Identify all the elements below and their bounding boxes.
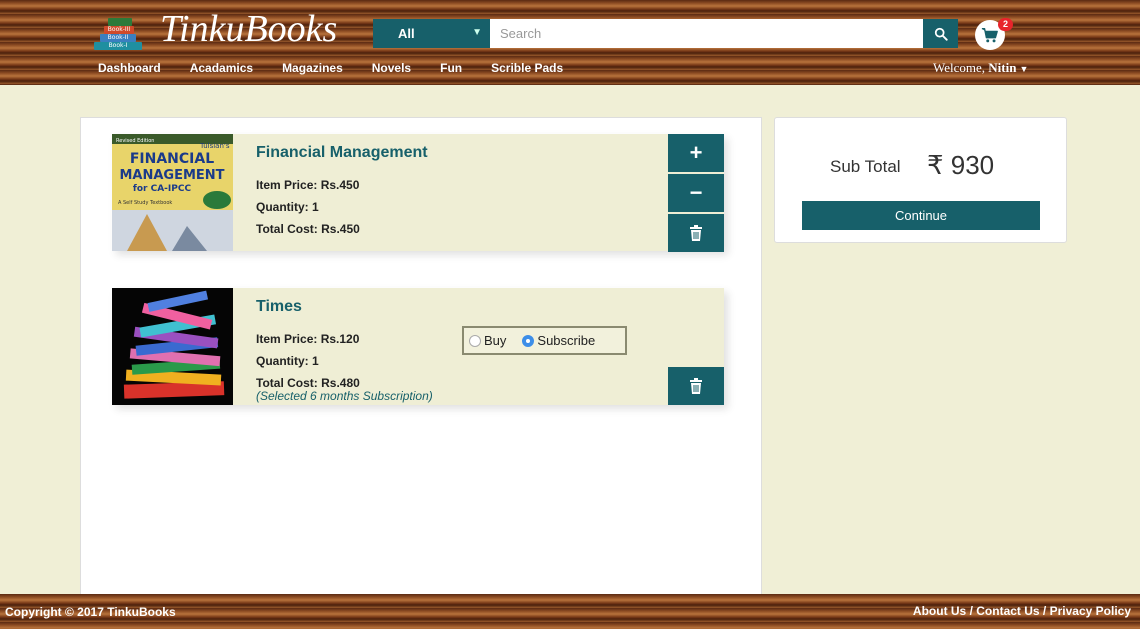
order-summary-panel: Sub Total ₹ 930 Continue [774,117,1067,243]
continue-button[interactable]: Continue [802,201,1040,230]
svg-text:for CA-IPCC: for CA-IPCC [133,184,192,194]
subtotal-value: ₹ 930 [927,150,995,180]
item-quantity: Quantity: 1 [256,354,319,368]
nav-magazines[interactable]: Magazines [282,61,343,75]
cart-icon [981,28,998,43]
subscribe-option[interactable]: Subscribe [522,333,595,348]
svg-text:MANAGEMENT: MANAGEMENT [119,168,224,183]
delete-item-button[interactable] [668,367,724,405]
delete-item-button[interactable] [668,214,724,252]
item-title[interactable]: Times [256,298,302,316]
subscription-note: (Selected 6 months Subscription) [256,389,433,403]
plus-icon: + [689,140,703,165]
cart-count-badge: 2 [998,18,1013,31]
search-category-select[interactable]: All ▼ [373,19,490,48]
cart-item: Times Item Price: Rs.120 Quantity: 1 Tot… [112,288,724,405]
decrease-quantity-button[interactable]: − [668,174,724,212]
books-stack-image [112,288,233,405]
cart-item: Revised Edition Tulsian's FINANCIAL MANA… [112,134,724,252]
minus-icon: − [689,180,703,205]
search-icon [934,27,948,41]
footer: Copyright © 2017 TinkuBooks About Us / C… [0,594,1140,629]
subtotal-label: Sub Total [830,157,901,176]
footer-link-contact[interactable]: Contact Us [976,604,1039,618]
nav-scrible-pads[interactable]: Scrible Pads [491,61,563,75]
item-title[interactable]: Financial Management [256,144,428,162]
brand-name: TinkuBooks [160,8,338,50]
nav-dashboard[interactable]: Dashboard [98,61,161,75]
user-menu[interactable]: Welcome, Nitin ▼ [933,60,1028,76]
search-input[interactable] [490,19,923,48]
footer-links: About Us / Contact Us / Privacy Policy [912,604,1131,618]
svg-text:A Self Study Textbook: A Self Study Textbook [118,200,172,206]
book-cover-image: Revised Edition Tulsian's FINANCIAL MANA… [112,134,233,251]
svg-text:FINANCIAL: FINANCIAL [130,151,214,167]
svg-text:Tulsian's: Tulsian's [199,142,230,150]
increase-quantity-button[interactable]: + [668,134,724,172]
search-bar: All ▼ [373,19,958,48]
nav-novels[interactable]: Novels [372,61,411,75]
footer-link-privacy[interactable]: Privacy Policy [1050,604,1131,618]
item-price: Item Price: Rs.120 [256,332,360,346]
nav-fun[interactable]: Fun [440,61,462,75]
radio-buy[interactable] [469,334,481,347]
item-total: Total Cost: Rs.450 [256,222,360,236]
footer-link-about[interactable]: About Us [913,604,966,618]
books-logo-icon: Book-III Book-II Book-I [92,10,156,50]
item-quantity: Quantity: 1 [256,200,319,214]
trash-icon [690,225,702,241]
purchase-type-options: Buy Subscribe [462,326,627,355]
item-total: Total Cost: Rs.480 [256,376,360,390]
radio-subscribe[interactable] [522,334,535,347]
logo[interactable]: Book-III Book-II Book-I TinkuBooks [92,8,337,50]
caret-down-icon: ▼ [1019,64,1029,74]
cart-items-panel: Revised Edition Tulsian's FINANCIAL MANA… [80,117,762,597]
buy-option[interactable]: Buy [469,333,506,348]
user-name: Nitin [988,60,1017,75]
search-button[interactable] [923,19,958,48]
svg-text:Revised Edition: Revised Edition [116,138,154,144]
header: Book-III Book-II Book-I TinkuBooks All ▼… [0,0,1140,85]
caret-down-icon: ▼ [472,27,482,38]
main-nav: Dashboard Acadamics Magazines Novels Fun… [98,61,592,75]
item-price: Item Price: Rs.450 [256,178,360,192]
trash-icon [690,378,702,394]
copyright-text: Copyright © 2017 TinkuBooks [5,605,176,619]
nav-acadamics[interactable]: Acadamics [190,61,253,75]
